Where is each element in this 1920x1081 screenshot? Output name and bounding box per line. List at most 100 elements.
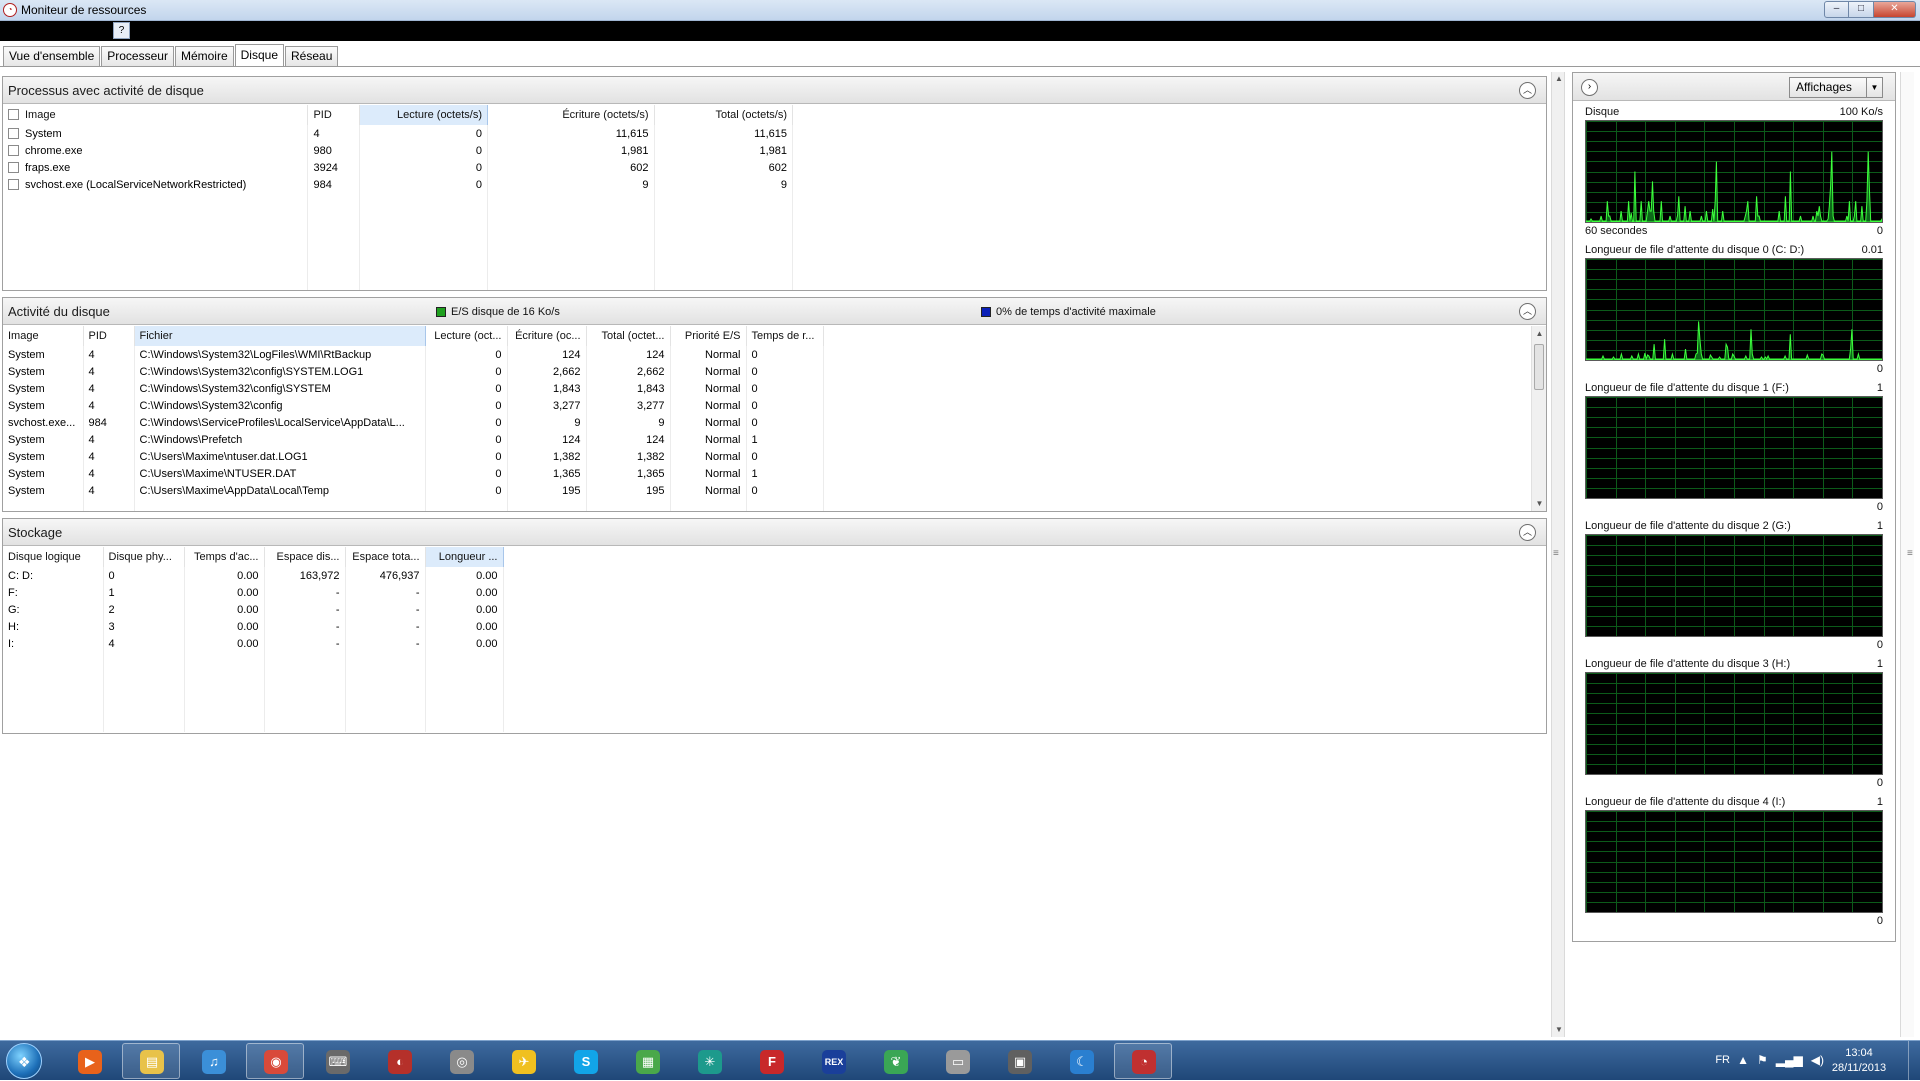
- action-center-flag-icon[interactable]: ⚑: [1757, 1053, 1768, 1067]
- disk-activity-scrollbar[interactable]: ▲ ▼: [1531, 326, 1546, 511]
- scroll-up-icon[interactable]: ▲: [1532, 326, 1546, 341]
- taskbar-button[interactable]: ♫: [184, 1043, 242, 1079]
- column-header-available-space[interactable]: Espace dis...: [264, 547, 346, 567]
- column-header-total-space[interactable]: Espace tota...: [345, 547, 426, 567]
- graph-plot: [1585, 258, 1883, 361]
- column-header-read[interactable]: Lecture (oct...: [425, 326, 508, 346]
- scroll-down-icon[interactable]: ▼: [1552, 1023, 1566, 1037]
- table-row[interactable]: I: 4 0.00- -0.00: [3, 635, 504, 652]
- taskbar-button[interactable]: ◉: [246, 1043, 304, 1079]
- tab-memory[interactable]: Mémoire: [174, 46, 234, 66]
- column-header-io-priority[interactable]: Priorité E/S: [670, 326, 747, 346]
- chevron-down-icon[interactable]: ▼: [1866, 78, 1882, 97]
- maximize-button[interactable]: □: [1849, 1, 1874, 18]
- table-row[interactable]: G: 2 0.00- -0.00: [3, 601, 504, 618]
- table-cell: 476,937: [345, 567, 426, 584]
- table-row[interactable]: System 4 C:\Users\Maxime\NTUSER.DAT 0 1,365 1…: [3, 465, 824, 482]
- clock[interactable]: 13:04 28/11/2013: [1826, 1046, 1892, 1076]
- column-header-write[interactable]: Écriture (oc...: [507, 326, 587, 346]
- table-row[interactable]: C: D: 0 0.00 163,972 476,937 0.00: [3, 567, 504, 584]
- column-header-read[interactable]: Lecture (octets/s): [359, 105, 489, 125]
- views-dropdown[interactable]: Affichages ▼: [1789, 77, 1883, 98]
- table-row[interactable]: svchost.exe... 984 C:\Windows\ServiceProfi…: [3, 414, 824, 431]
- row-checkbox[interactable]: [8, 178, 19, 190]
- tab-disk[interactable]: Disque: [234, 44, 284, 66]
- start-button[interactable]: ❖: [6, 1043, 42, 1079]
- scroll-up-icon[interactable]: ▲: [1552, 72, 1566, 86]
- tab-overview[interactable]: Vue d'ensemble: [3, 46, 101, 66]
- taskbar-button[interactable]: S: [556, 1043, 614, 1079]
- table-row[interactable]: System 4 C:\Windows\Prefetch 0 124 124 Normal 1: [3, 431, 824, 448]
- show-desktop-button[interactable]: [1908, 1041, 1920, 1081]
- disk-activity-section-header[interactable]: Activité du disque E/S disque de 16 Ko/s…: [3, 298, 1546, 325]
- help-button[interactable]: ?: [113, 22, 130, 39]
- column-header-image[interactable]: Image: [3, 326, 84, 346]
- column-header-response-time[interactable]: Temps de r...: [746, 326, 824, 346]
- column-header-total[interactable]: Total (octets/s): [654, 105, 794, 125]
- storage-section-header[interactable]: Stockage ︿: [3, 519, 1546, 546]
- graph-plot: [1585, 810, 1883, 913]
- select-all-checkbox[interactable]: [8, 109, 19, 120]
- splitter-grip-icon[interactable]: ≡: [1907, 548, 1913, 559]
- table-row[interactable]: System 4 C:\Windows\System32\config\SYSTEM…: [3, 363, 824, 380]
- column-header-file[interactable]: Fichier: [134, 326, 426, 346]
- volume-icon[interactable]: ◀): [1811, 1053, 1824, 1067]
- taskbar-button[interactable]: ◎: [432, 1043, 490, 1079]
- taskbar-button[interactable]: REX: [804, 1043, 862, 1079]
- table-row[interactable]: F: 1 0.00- -0.00: [3, 584, 504, 601]
- collapse-icon[interactable]: ︿: [1519, 82, 1536, 99]
- table-row[interactable]: H: 3 0.00- -0.00: [3, 618, 504, 635]
- table-row[interactable]: System 4 0 11,615 11,615: [3, 125, 794, 142]
- taskbar-button[interactable]: ◐: [370, 1043, 428, 1079]
- table-cell: 1,981: [487, 142, 655, 159]
- taskbar-button[interactable]: ▤: [122, 1043, 180, 1079]
- taskbar-button[interactable]: ☾: [1052, 1043, 1110, 1079]
- taskbar-button[interactable]: ▣: [990, 1043, 1048, 1079]
- column-header-pid[interactable]: PID: [83, 326, 135, 346]
- column-header-pid[interactable]: PID: [307, 105, 360, 125]
- minimize-button[interactable]: –: [1824, 1, 1849, 18]
- disc-icon: ◎: [450, 1050, 474, 1074]
- tab-network[interactable]: Réseau: [285, 46, 339, 66]
- taskbar-button[interactable]: ✈: [494, 1043, 552, 1079]
- taskbar-button[interactable]: ✳: [680, 1043, 738, 1079]
- tab-cpu[interactable]: Processeur: [101, 46, 174, 66]
- row-checkbox[interactable]: [8, 161, 19, 173]
- table-row[interactable]: chrome.exe 980 0 1,981 1,981: [3, 142, 794, 159]
- taskbar-button[interactable]: ▦: [618, 1043, 676, 1079]
- expand-icon[interactable]: ›: [1581, 79, 1598, 96]
- table-row[interactable]: System 4 C:\Users\Maxime\AppData\Local\Tem…: [3, 482, 824, 499]
- table-row[interactable]: System 4 C:\Windows\System32\config 0 3,277 3…: [3, 397, 824, 414]
- column-header-logical-disk[interactable]: Disque logique: [3, 547, 104, 567]
- taskbar-button[interactable]: ▶: [60, 1043, 118, 1079]
- processes-section-header[interactable]: Processus avec activité de disque ︿: [3, 77, 1546, 104]
- taskbar-button[interactable]: ▭: [928, 1043, 986, 1079]
- close-button[interactable]: ✕: [1874, 1, 1916, 18]
- table-row[interactable]: System 4 C:\Windows\System32\LogFiles\WMI\…: [3, 346, 824, 363]
- taskbar-button[interactable]: ◔: [1114, 1043, 1172, 1079]
- taskbar-button[interactable]: ❦: [866, 1043, 924, 1079]
- scroll-thumb[interactable]: [1534, 344, 1544, 390]
- scroll-down-icon[interactable]: ▼: [1532, 496, 1546, 511]
- show-hidden-icons-icon[interactable]: ▲: [1737, 1053, 1749, 1067]
- collapse-icon[interactable]: ︿: [1519, 303, 1536, 320]
- network-signal-icon[interactable]: ▂▄▆: [1776, 1053, 1803, 1067]
- row-checkbox[interactable]: [8, 127, 19, 139]
- splitter-grip-icon[interactable]: ≡: [1553, 548, 1559, 559]
- table-row[interactable]: svchost.exe (LocalServiceNetworkRestrict…: [3, 176, 794, 193]
- table-row[interactable]: fraps.exe 3924 0 602 602: [3, 159, 794, 176]
- column-header-write[interactable]: Écriture (octets/s): [487, 105, 655, 125]
- column-header-queue-length[interactable]: Longueur ...: [425, 547, 504, 567]
- tray-icons: ▲ ⚑ ▂▄▆ ◀): [1737, 1053, 1824, 1067]
- column-header-image[interactable]: Image: [3, 105, 309, 125]
- column-header-physical-disk[interactable]: Disque phy...: [103, 547, 185, 567]
- taskbar-button[interactable]: F: [742, 1043, 800, 1079]
- taskbar-button[interactable]: ⌨: [308, 1043, 366, 1079]
- language-indicator[interactable]: FR: [1715, 1054, 1730, 1066]
- collapse-icon[interactable]: ︿: [1519, 524, 1536, 541]
- row-checkbox[interactable]: [8, 144, 19, 156]
- column-header-active-time[interactable]: Temps d'ac...: [184, 547, 265, 567]
- column-header-total[interactable]: Total (octet...: [586, 326, 671, 346]
- table-row[interactable]: System 4 C:\Windows\System32\config\SYSTEM…: [3, 380, 824, 397]
- table-row[interactable]: System 4 C:\Users\Maxime\ntuser.dat.LOG1 0 1…: [3, 448, 824, 465]
